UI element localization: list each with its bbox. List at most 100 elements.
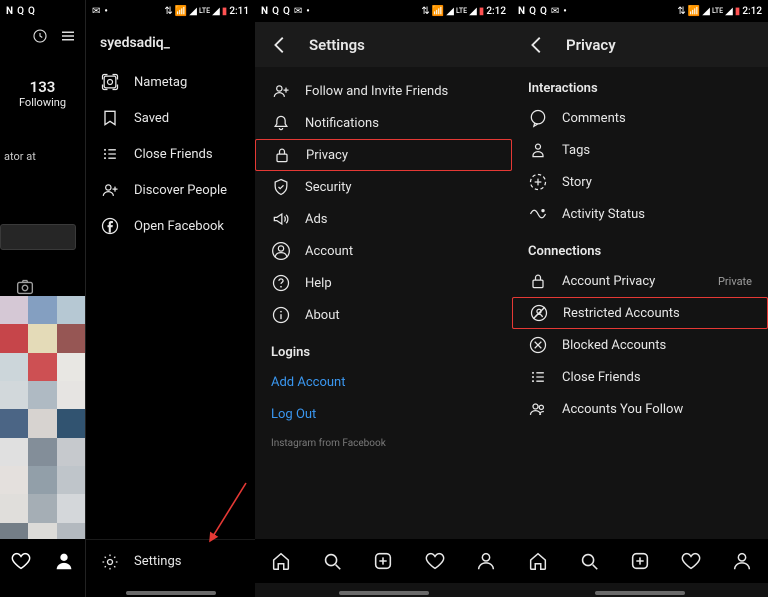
settings-title: Settings xyxy=(309,36,365,54)
drawer-settings[interactable]: Settings xyxy=(86,539,255,583)
nav-person-icon[interactable] xyxy=(475,550,497,572)
nav-home-icon[interactable] xyxy=(527,550,549,572)
panel-drawer: ✉• ⇅📶◢LTE◢▮2:11 syedsadiq_ Nametag Saved… xyxy=(85,0,255,597)
bottom-nav xyxy=(512,539,768,583)
drawer-item-label: Saved xyxy=(134,111,169,126)
nav-home-icon[interactable] xyxy=(270,550,292,572)
account-icon xyxy=(271,241,291,261)
settings-item-label: Notifications xyxy=(305,116,379,131)
status-time: 2:11 xyxy=(229,6,249,17)
annotation-arrow xyxy=(202,479,250,547)
bio-fragment: ator at xyxy=(4,150,36,163)
settings-item-about[interactable]: About xyxy=(255,299,512,331)
drawer-item-nametag[interactable]: Nametag xyxy=(86,64,255,100)
privacy-item-label: Story xyxy=(562,175,592,190)
android-nav-pill[interactable] xyxy=(339,591,429,595)
settings-item-label: Follow and Invite Friends xyxy=(305,84,448,99)
panel-privacy: NQQ✉• ⇅📶◢LTE◢▮2:12 Privacy Interactions … xyxy=(512,0,768,597)
privacy-item-accounts-you-follow[interactable]: Accounts You Follow xyxy=(512,393,768,425)
ads-icon xyxy=(271,209,291,229)
status-bar: NQQ✉• ⇅📶◢LTE◢▮2:12 xyxy=(512,0,768,22)
following-count: 133 xyxy=(0,78,85,96)
story-icon xyxy=(528,172,548,192)
back-icon[interactable] xyxy=(526,34,548,56)
heart-icon[interactable] xyxy=(10,550,32,572)
drawer-username[interactable]: syedsadiq_ xyxy=(86,22,255,64)
android-nav-pill[interactable] xyxy=(86,591,255,595)
panel-settings: NQQ✉• ⇅📶◢LTE◢▮2:12 Settings Follow and I… xyxy=(255,0,512,597)
drawer-item-label: Nametag xyxy=(134,75,187,90)
settings-header: Settings xyxy=(255,22,512,67)
settings-item-label: Privacy xyxy=(306,148,348,163)
settings-item-security[interactable]: Security xyxy=(255,171,512,203)
status-bar: ✉• ⇅📶◢LTE◢▮2:11 xyxy=(86,0,255,22)
settings-item-help[interactable]: Help xyxy=(255,267,512,299)
facebook-icon xyxy=(100,216,120,236)
privacy-item-comments[interactable]: Comments xyxy=(512,102,768,134)
nav-search-icon[interactable] xyxy=(321,550,343,572)
following-stat[interactable]: 133 Following xyxy=(0,78,85,109)
settings-item-ads[interactable]: Ads xyxy=(255,203,512,235)
shield-icon xyxy=(271,177,291,197)
photo-grid xyxy=(0,296,85,560)
privacy-item-label: Comments xyxy=(562,111,626,126)
drawer-item-discover-people[interactable]: Discover People xyxy=(86,172,255,208)
privacy-item-tags[interactable]: Tags xyxy=(512,134,768,166)
adduser-icon xyxy=(100,180,120,200)
profile-bottom-nav-fragment xyxy=(0,539,85,583)
privacy-item-label: Activity Status xyxy=(562,207,645,222)
edit-profile-button-fragment[interactable] xyxy=(0,224,76,250)
settings-item-privacy[interactable]: Privacy xyxy=(255,139,512,171)
privacy-item-label: Account Privacy xyxy=(562,274,655,289)
drawer-item-saved[interactable]: Saved xyxy=(86,100,255,136)
lock-icon xyxy=(528,271,548,291)
privacy-item-activity-status[interactable]: Activity Status xyxy=(512,198,768,230)
status-time: 2:12 xyxy=(486,6,506,17)
menu-icon[interactable] xyxy=(59,27,77,45)
drawer-item-label: Close Friends xyxy=(134,147,213,162)
archive-icon[interactable] xyxy=(31,27,49,45)
privacy-item-right: Private xyxy=(718,275,752,288)
android-nav-pill[interactable] xyxy=(595,591,685,595)
link-add-account[interactable]: Add Account xyxy=(255,366,512,398)
nav-heart-icon[interactable] xyxy=(424,550,446,572)
settings-item-notifications[interactable]: Notifications xyxy=(255,107,512,139)
privacy-item-blocked-accounts[interactable]: Blocked Accounts xyxy=(512,329,768,361)
privacy-header: Privacy xyxy=(512,22,768,67)
settings-item-label: Security xyxy=(305,180,352,195)
privacy-item-label: Accounts You Follow xyxy=(562,402,683,417)
link-log-out[interactable]: Log Out xyxy=(255,398,512,430)
tag-icon xyxy=(528,140,548,160)
nav-add-icon[interactable] xyxy=(372,550,394,572)
list-icon xyxy=(528,367,548,387)
settings-item-account[interactable]: Account xyxy=(255,235,512,267)
help-icon xyxy=(271,273,291,293)
nav-heart-icon[interactable] xyxy=(680,550,702,572)
back-icon[interactable] xyxy=(269,34,291,56)
bottom-nav xyxy=(255,539,512,583)
settings-item-label: Account xyxy=(305,244,353,259)
gear-icon xyxy=(100,552,120,572)
privacy-item-story[interactable]: Story xyxy=(512,166,768,198)
settings-item-label: About xyxy=(305,308,340,323)
nav-add-icon[interactable] xyxy=(629,550,651,572)
activity-icon xyxy=(528,204,548,224)
connections-section: Connections xyxy=(512,230,768,265)
privacy-item-account-privacy[interactable]: Account Privacy Private xyxy=(512,265,768,297)
drawer-item-close-friends[interactable]: Close Friends xyxy=(86,136,255,172)
nav-person-icon[interactable] xyxy=(731,550,753,572)
comment-icon xyxy=(528,108,548,128)
privacy-item-label: Restricted Accounts xyxy=(563,306,680,321)
status-bar: NQQ✉• ⇅📶◢LTE◢▮2:12 xyxy=(255,0,512,22)
person-icon[interactable] xyxy=(53,550,75,572)
settings-item-follow-and-invite-friends[interactable]: Follow and Invite Friends xyxy=(255,75,512,107)
adduser-icon xyxy=(271,81,291,101)
drawer-item-label: Discover People xyxy=(134,183,227,198)
drawer-item-open-facebook[interactable]: Open Facebook xyxy=(86,208,255,244)
nav-search-icon[interactable] xyxy=(578,550,600,572)
status-left: NQQ xyxy=(6,6,35,17)
privacy-item-restricted-accounts[interactable]: Restricted Accounts xyxy=(512,297,768,329)
following-label: Following xyxy=(0,96,85,109)
lock-icon xyxy=(272,145,292,165)
privacy-item-close-friends[interactable]: Close Friends xyxy=(512,361,768,393)
